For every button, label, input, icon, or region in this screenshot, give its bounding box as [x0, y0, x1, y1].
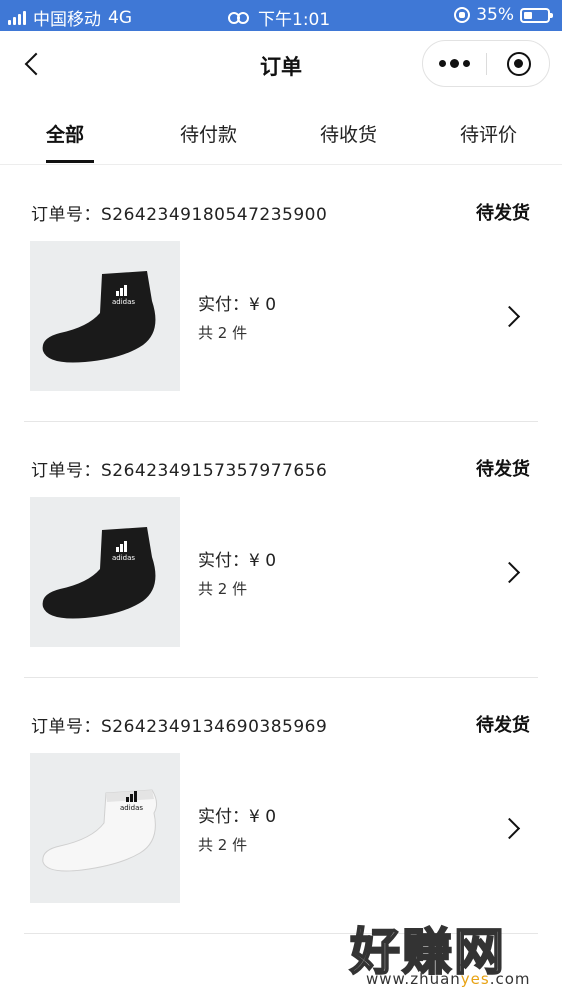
status-time: 下午1:01	[258, 10, 331, 30]
network-type: 4G	[108, 7, 132, 28]
chevron-right-icon[interactable]	[502, 818, 522, 838]
orientation-lock-icon	[454, 7, 471, 23]
more-dots-icon[interactable]	[423, 41, 486, 86]
status-bar: 中国移动 4G 下午1:01 35%	[0, 0, 562, 31]
order-status: 待发货	[476, 715, 530, 736]
product-image[interactable]: adidas	[30, 241, 180, 391]
product-image[interactable]: adidas	[30, 753, 180, 903]
svg-text:adidas: adidas	[112, 298, 135, 306]
sock-image: adidas	[42, 789, 158, 872]
sock-image: adidas	[42, 271, 156, 363]
tab-pending-payment[interactable]: 待付款	[180, 120, 237, 147]
svg-text:adidas: adidas	[120, 804, 143, 812]
paid-amount: 实付：¥ 0	[198, 551, 277, 571]
paid-amount: 实付：¥ 0	[198, 295, 277, 315]
tab-pending-receipt[interactable]: 待收货	[320, 120, 377, 147]
chevron-right-icon[interactable]	[502, 306, 522, 326]
order-status: 待发货	[476, 459, 530, 480]
mini-program-capsule	[422, 40, 550, 87]
order-card[interactable]: 订单号：S2642349180547235900 待发货 adidas 实付：¥…	[0, 166, 562, 422]
carrier-name: 中国移动	[33, 10, 101, 30]
watermark-url: www.zhuanyes.com	[366, 970, 531, 988]
item-count: 共 2 件	[198, 580, 248, 598]
item-count: 共 2 件	[198, 836, 248, 854]
sock-image: adidas	[42, 527, 156, 619]
chevron-right-icon[interactable]	[502, 562, 522, 582]
tab-all[interactable]: 全部	[46, 120, 84, 147]
order-tabs: 全部 待付款 待收货 待评价	[0, 98, 562, 165]
svg-text:adidas: adidas	[112, 554, 135, 562]
mini-program-close-icon[interactable]	[487, 41, 550, 86]
tab-pending-review[interactable]: 待评价	[460, 120, 517, 147]
order-number: 订单号：S2642349134690385969	[31, 717, 328, 737]
order-status: 待发货	[476, 203, 530, 224]
order-card[interactable]: 订单号：S2642349134690385969 待发货 adidas 实付：¥…	[0, 678, 562, 934]
product-image[interactable]: adidas	[30, 497, 180, 647]
order-number: 订单号：S2642349180547235900	[31, 205, 328, 225]
signal-icon	[8, 10, 26, 25]
nav-bar: 订单	[0, 31, 562, 98]
battery-icon	[520, 7, 553, 23]
battery-percent: 35%	[476, 5, 514, 25]
link-icon	[228, 11, 250, 24]
paid-amount: 实付：¥ 0	[198, 807, 277, 827]
order-card[interactable]: 订单号：S2642349157357977656 待发货 adidas 实付：¥…	[0, 422, 562, 678]
watermark: 好赚网 www.zhuanyes.com	[349, 912, 550, 992]
item-count: 共 2 件	[198, 324, 248, 342]
active-tab-indicator	[46, 160, 94, 163]
order-number: 订单号：S2642349157357977656	[31, 461, 328, 481]
